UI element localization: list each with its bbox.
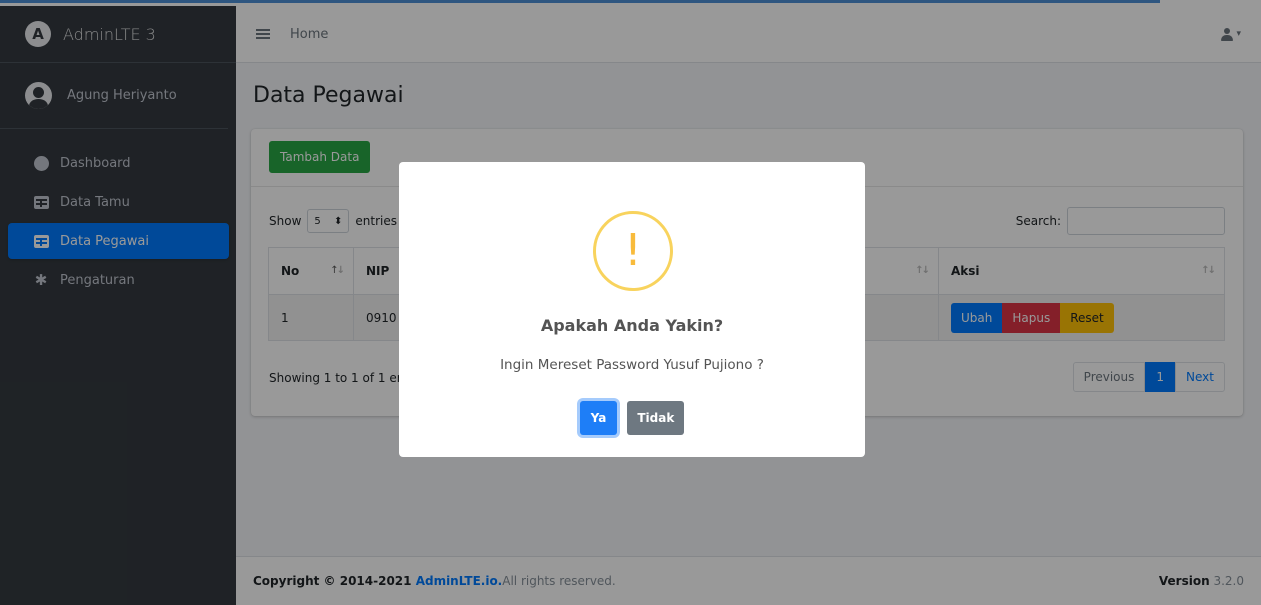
dialog-actions: Ya Tidak	[399, 401, 865, 435]
confirm-button[interactable]: Ya	[579, 401, 618, 435]
warning-icon: !	[593, 211, 673, 291]
dialog-text: Ingin Mereset Password Yusuf Pujiono ?	[500, 357, 764, 373]
confirm-dialog: ! Apakah Anda Yakin? Ingin Mereset Passw…	[399, 162, 865, 457]
dialog-title: Apakah Anda Yakin?	[540, 316, 724, 335]
cancel-button[interactable]: Tidak	[627, 401, 685, 435]
